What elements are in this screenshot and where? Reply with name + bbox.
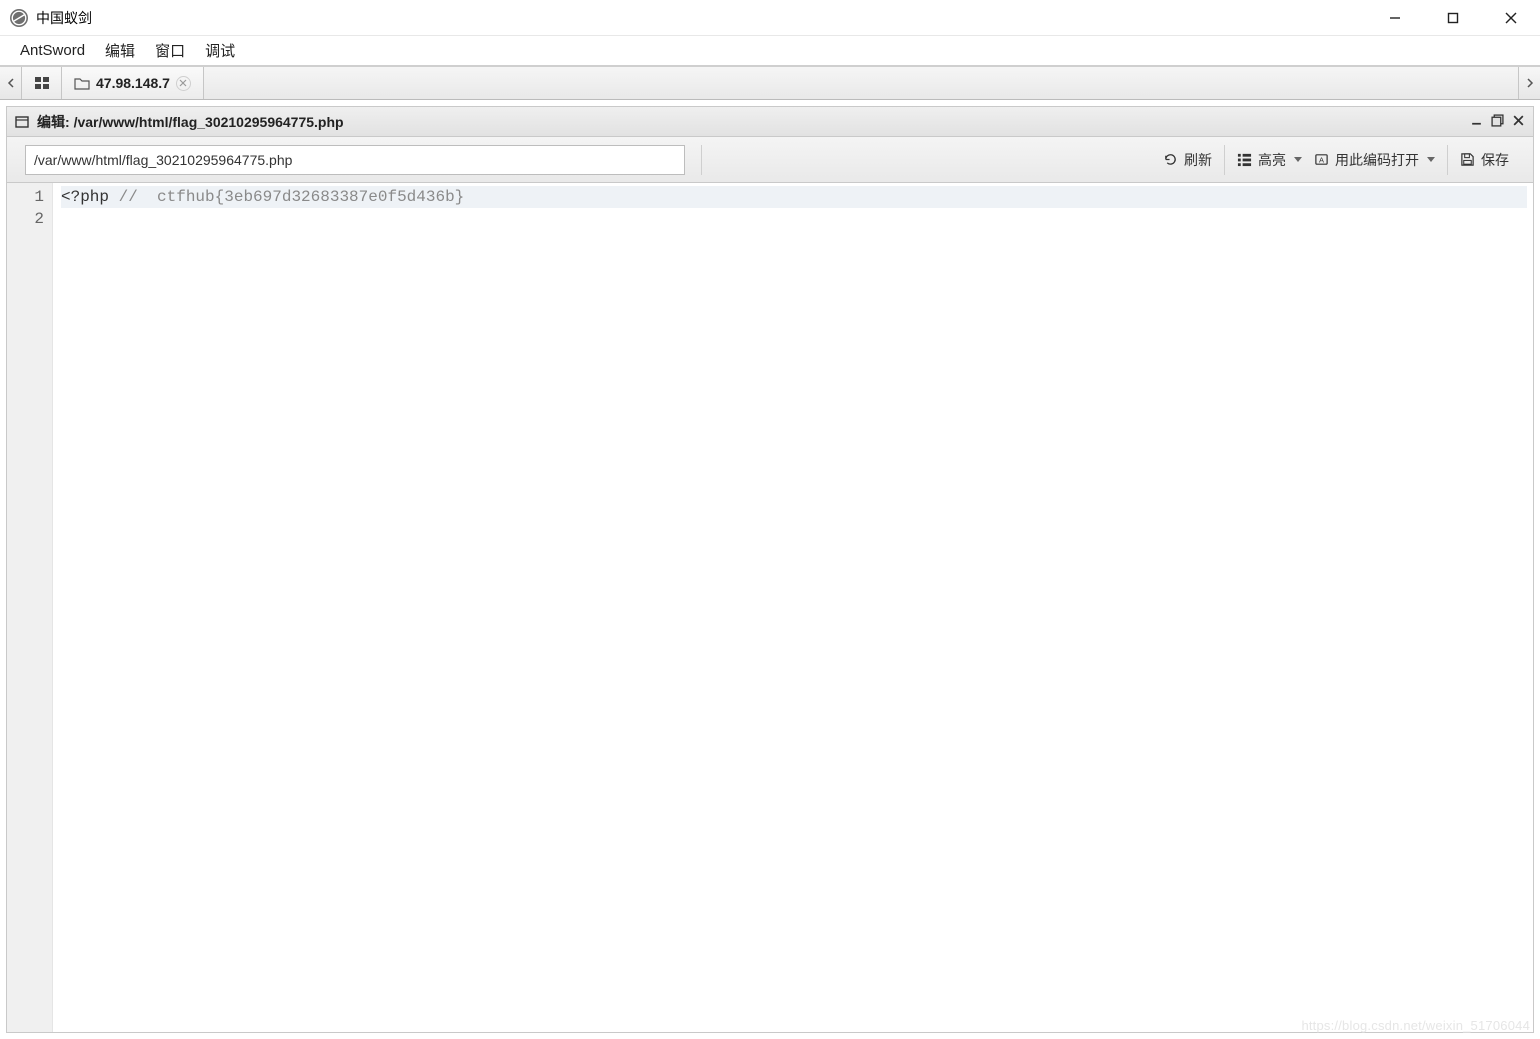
- panel-close-button[interactable]: [1512, 114, 1525, 130]
- menu-window[interactable]: 窗口: [145, 36, 195, 65]
- chevron-down-icon: [1294, 157, 1302, 162]
- open-with-encoding-button[interactable]: A 用此编码打开: [1308, 146, 1441, 174]
- tabs-scroll-right[interactable]: [1518, 67, 1540, 99]
- window-title: 中国蚁剑: [36, 8, 92, 28]
- refresh-label: 刷新: [1184, 150, 1212, 170]
- titlebar: 中国蚁剑: [0, 0, 1540, 36]
- save-button[interactable]: 保存: [1454, 146, 1515, 174]
- menu-debug[interactable]: 调试: [195, 36, 245, 65]
- code-area[interactable]: <?php // ctfhub{3eb697d32683387e0f5d436b…: [53, 183, 1533, 1032]
- line-number: 2: [7, 208, 44, 230]
- editor-toolbar: 刷新 高亮 A 用此编码打开: [7, 137, 1533, 183]
- tab-host[interactable]: 47.98.148.7: [62, 67, 204, 99]
- code-token-comment: // ctfhub{3eb697d32683387e0f5d436b}: [109, 188, 464, 206]
- highlight-button[interactable]: 高亮: [1231, 146, 1308, 174]
- chevron-down-icon: [1427, 157, 1435, 162]
- menu-antsword[interactable]: AntSword: [10, 38, 95, 63]
- editor-panel: 编辑: /var/www/html/flag_30210295964775.ph…: [6, 106, 1534, 1033]
- toolbar-separator: [1224, 145, 1225, 175]
- code-editor[interactable]: 1 2 <?php // ctfhub{3eb697d32683387e0f5d…: [7, 183, 1533, 1032]
- panel-title-prefix: 编辑:: [37, 114, 74, 130]
- code-line[interactable]: [61, 208, 1527, 230]
- highlight-label: 高亮: [1258, 150, 1286, 170]
- tabs-scroll-left[interactable]: [0, 67, 22, 99]
- open-with-label: 用此编码打开: [1335, 150, 1419, 170]
- editor-panel-header: 编辑: /var/www/html/flag_30210295964775.ph…: [7, 107, 1533, 137]
- app-icon: [10, 9, 28, 27]
- panel-restore-button[interactable]: [1491, 114, 1504, 130]
- svg-text:A: A: [1319, 155, 1324, 164]
- tabstrip: 47.98.148.7: [0, 66, 1540, 100]
- menubar: AntSword 编辑 窗口 调试: [0, 36, 1540, 66]
- refresh-button[interactable]: 刷新: [1157, 146, 1218, 174]
- home-tab[interactable]: [22, 67, 62, 99]
- code-line[interactable]: <?php // ctfhub{3eb697d32683387e0f5d436b…: [61, 186, 1527, 208]
- folder-icon: [74, 76, 90, 90]
- window-icon: [15, 115, 29, 129]
- path-input[interactable]: [25, 145, 685, 175]
- tab-close-button[interactable]: [176, 76, 191, 91]
- panel-minimize-button[interactable]: [1470, 114, 1483, 130]
- maximize-button[interactable]: [1424, 0, 1482, 36]
- save-label: 保存: [1481, 150, 1509, 170]
- line-number: 1: [7, 186, 44, 208]
- toolbar-separator: [1447, 145, 1448, 175]
- grid-icon: [34, 75, 50, 91]
- toolbar-separator: [701, 145, 702, 175]
- menu-edit[interactable]: 编辑: [95, 36, 145, 65]
- line-gutter: 1 2: [7, 183, 53, 1032]
- close-button[interactable]: [1482, 0, 1540, 36]
- watermark-text: https://blog.csdn.net/weixin_51706044: [1301, 1018, 1530, 1033]
- refresh-icon: [1163, 152, 1178, 167]
- tab-host-label: 47.98.148.7: [96, 75, 170, 91]
- minimize-button[interactable]: [1366, 0, 1424, 36]
- code-token-tag: <?php: [61, 188, 109, 206]
- list-icon: [1237, 152, 1252, 167]
- encoding-icon: A: [1314, 152, 1329, 167]
- panel-title-path: /var/www/html/flag_30210295964775.php: [74, 114, 344, 130]
- save-icon: [1460, 152, 1475, 167]
